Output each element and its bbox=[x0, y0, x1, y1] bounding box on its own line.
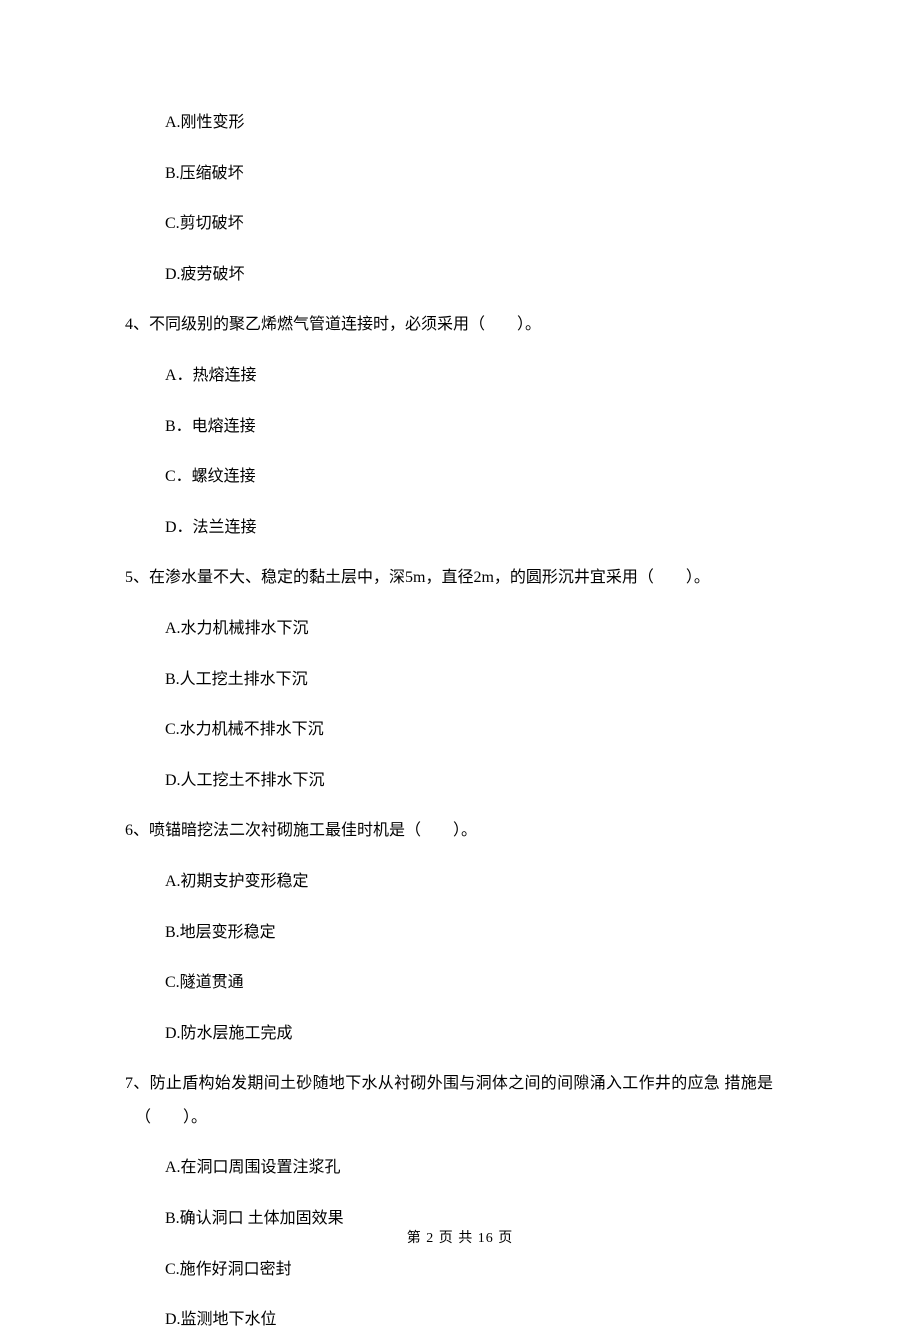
q4-text: 4、不同级别的聚乙烯燃气管道连接时，必须采用（ ）。 bbox=[125, 312, 795, 338]
q5-text: 5、在渗水量不大、稳定的黏土层中，深5m，直径2m，的圆形沉井宜采用（ ）。 bbox=[125, 565, 795, 591]
q5-option-b: B.人工挖土排水下沉 bbox=[165, 667, 795, 693]
document-page: A.刚性变形 B.压缩破坏 C.剪切破坏 D.疲劳破坏 4、不同级别的聚乙烯燃气… bbox=[0, 0, 920, 1333]
q6-option-b: B.地层变形稳定 bbox=[165, 920, 795, 946]
q3-option-b: B.压缩破坏 bbox=[165, 161, 795, 187]
q3-option-d: D.疲劳破坏 bbox=[165, 262, 795, 288]
page-footer: 第 2 页 共 16 页 bbox=[0, 1227, 920, 1247]
q3-option-c: C.剪切破坏 bbox=[165, 211, 795, 237]
q5-option-d: D.人工挖土不排水下沉 bbox=[165, 768, 795, 794]
q6-option-d: D.防水层施工完成 bbox=[165, 1021, 795, 1047]
q6-text: 6、喷锚暗挖法二次衬砌施工最佳时机是（ ）。 bbox=[125, 818, 795, 844]
q7-text-line1: 7、防止盾构始发期间土砂随地下水从衬砌外围与洞体之间的间隙涌入工作井的应急 措施… bbox=[125, 1071, 795, 1097]
q7-option-a: A.在洞口周围设置注浆孔 bbox=[165, 1155, 795, 1181]
q4-option-a: A．热熔连接 bbox=[165, 363, 795, 389]
q7-text-line2: （ ）。 bbox=[135, 1105, 795, 1131]
q6-option-a: A.初期支护变形稳定 bbox=[165, 869, 795, 895]
q5-option-c: C.水力机械不排水下沉 bbox=[165, 717, 795, 743]
q7-option-d: D.监测地下水位 bbox=[165, 1307, 795, 1333]
q4-option-c: C．螺纹连接 bbox=[165, 464, 795, 490]
q4-option-d: D．法兰连接 bbox=[165, 515, 795, 541]
q6-option-c: C.隧道贯通 bbox=[165, 970, 795, 996]
q5-option-a: A.水力机械排水下沉 bbox=[165, 616, 795, 642]
q7-option-c: C.施作好洞口密封 bbox=[165, 1257, 795, 1283]
q4-option-b: B．电熔连接 bbox=[165, 414, 795, 440]
q3-option-a: A.刚性变形 bbox=[165, 110, 795, 136]
